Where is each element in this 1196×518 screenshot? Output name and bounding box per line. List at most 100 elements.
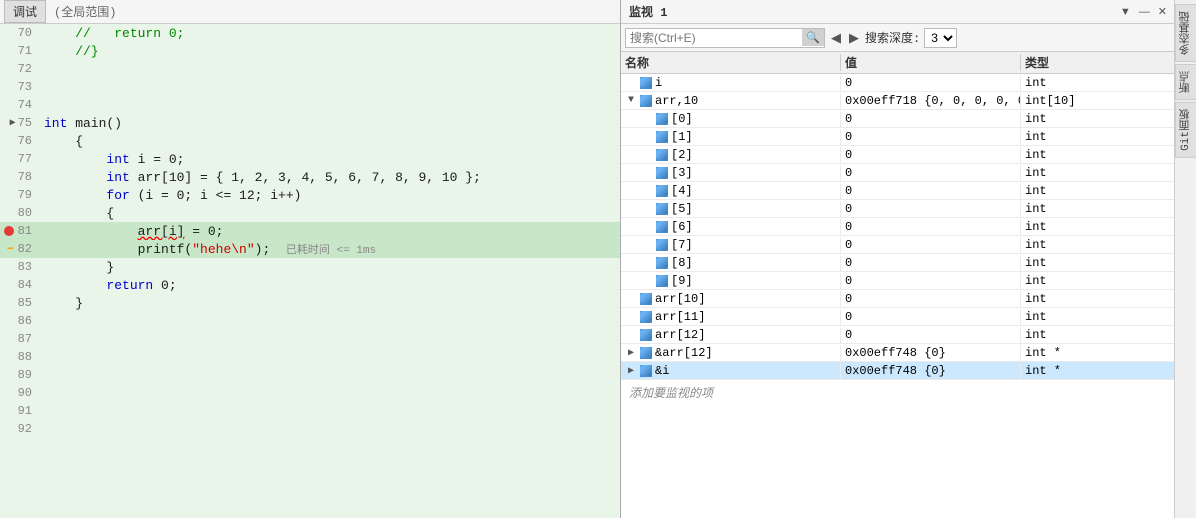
watch-row[interactable]: [4]0int	[621, 182, 1174, 200]
watch-row[interactable]: arr[10]0int	[621, 290, 1174, 308]
search-icon-btn[interactable]: 🔍	[802, 29, 824, 46]
watch-cell-name: [3]	[621, 165, 841, 181]
line-code: // return 0;	[40, 26, 184, 41]
code-line: ➡82 printf("hehe\n"); 已耗时间 <= 1ms	[0, 240, 620, 258]
line-number: 73	[18, 80, 32, 94]
watch-add-hint[interactable]: 添加要监视的项	[621, 380, 1174, 405]
variable-name: arr[10]	[655, 292, 705, 306]
watch-row[interactable]: ▶ &i0x00eff748 {0}int *	[621, 362, 1174, 380]
watch-cell-value: 0	[841, 147, 1021, 163]
code-line: 80 {	[0, 204, 620, 222]
watch-row[interactable]: arr[12]0int	[621, 326, 1174, 344]
right-sidebar: 多态基础 断点 Git面板	[1174, 0, 1196, 518]
watch-row[interactable]: [9]0int	[621, 272, 1174, 290]
code-line: 76 {	[0, 132, 620, 150]
variable-icon	[640, 365, 652, 377]
watch-cell-value: 0	[841, 327, 1021, 343]
watch-cell-name: [6]	[621, 219, 841, 235]
watch-cell-value: 0	[841, 129, 1021, 145]
variable-icon	[656, 203, 668, 215]
line-number: 92	[18, 422, 32, 436]
watch-panel: 监视 1 ▼ — ✕ 🔍 ◀ ▶ 搜索深度: 3 1 2 4 5 名称 值 类型…	[620, 0, 1174, 518]
watch-row[interactable]: ▼ arr,100x00eff718 {0, 0, 0, 0, 0, 0, 0,…	[621, 92, 1174, 110]
line-number: 82	[18, 242, 32, 256]
variable-icon	[656, 257, 668, 269]
code-line: 92	[0, 420, 620, 438]
debug-tab[interactable]: 调试	[4, 0, 46, 23]
variable-name: &arr[12]	[655, 346, 713, 360]
line-number: 86	[18, 314, 32, 328]
search-back-btn[interactable]: ◀	[829, 30, 843, 46]
watch-cell-type: int	[1021, 111, 1174, 127]
search-forward-btn[interactable]: ▶	[847, 30, 861, 46]
variable-icon	[640, 293, 652, 305]
watch-row[interactable]: arr[11]0int	[621, 308, 1174, 326]
watch-row[interactable]: [7]0int	[621, 236, 1174, 254]
line-gutter: 80	[0, 206, 40, 220]
depth-select[interactable]: 3 1 2 4 5	[924, 28, 957, 48]
watch-row[interactable]: [1]0int	[621, 128, 1174, 146]
sidebar-tab-git[interactable]: Git面板	[1175, 102, 1196, 158]
watch-row[interactable]: i0int	[621, 74, 1174, 92]
expand-arrow-icon[interactable]: ▶	[625, 347, 637, 359]
watch-cell-type: int	[1021, 129, 1174, 145]
watch-cell-type: int	[1021, 255, 1174, 271]
expand-arrow-icon[interactable]: ▶	[625, 365, 637, 377]
line-gutter: 77	[0, 152, 40, 166]
watch-row[interactable]: [2]0int	[621, 146, 1174, 164]
variable-icon	[656, 113, 668, 125]
watch-cell-type: int	[1021, 273, 1174, 289]
search-input[interactable]	[626, 31, 802, 45]
watch-row[interactable]: ▶ &arr[12]0x00eff748 {0}int *	[621, 344, 1174, 362]
watch-cell-type: int	[1021, 165, 1174, 181]
sidebar-tab-polymorphism[interactable]: 多态基础	[1175, 4, 1196, 62]
line-number: 70	[18, 26, 32, 40]
variable-name: arr[11]	[655, 310, 705, 324]
watch-cell-name: ▶ &arr[12]	[621, 345, 841, 361]
code-line: 72	[0, 60, 620, 78]
watch-cell-type: int	[1021, 201, 1174, 217]
scope-label: (全局范围)	[54, 3, 116, 20]
line-number: 74	[18, 98, 32, 112]
variable-icon	[656, 149, 668, 161]
line-number: 89	[18, 368, 32, 382]
col-value: 值	[841, 54, 1021, 71]
watch-cell-type: int *	[1021, 363, 1174, 379]
line-code: }	[40, 260, 114, 275]
line-number: 72	[18, 62, 32, 76]
variable-icon	[656, 167, 668, 179]
line-gutter: 85	[0, 296, 40, 310]
watch-cell-type: int	[1021, 327, 1174, 343]
watch-cell-value: 0	[841, 291, 1021, 307]
line-number: 78	[18, 170, 32, 184]
line-gutter: ▶75	[0, 116, 40, 130]
watch-cell-type: int[10]	[1021, 93, 1174, 109]
watch-row[interactable]: [6]0int	[621, 218, 1174, 236]
line-code: int main()	[40, 116, 122, 131]
watch-cell-name: [4]	[621, 183, 841, 199]
line-gutter: 87	[0, 332, 40, 346]
watch-row[interactable]: [3]0int	[621, 164, 1174, 182]
search-input-wrap[interactable]: 🔍	[625, 28, 825, 48]
line-code: int i = 0;	[40, 152, 184, 167]
watch-minimize-btn[interactable]: —	[1136, 6, 1153, 18]
watch-row[interactable]: [8]0int	[621, 254, 1174, 272]
watch-row[interactable]: [5]0int	[621, 200, 1174, 218]
watch-cell-name: arr[12]	[621, 327, 841, 343]
sidebar-tab-breakpoints[interactable]: 断点	[1175, 64, 1196, 100]
code-line: 90	[0, 384, 620, 402]
line-number: 88	[18, 350, 32, 364]
line-code: {	[40, 206, 114, 221]
watch-controls: ▼ — ✕	[1117, 5, 1170, 18]
watch-cell-type: int	[1021, 237, 1174, 253]
watch-cell-name: ▶ &i	[621, 363, 841, 379]
watch-row[interactable]: [0]0int	[621, 110, 1174, 128]
watch-cell-name: arr[10]	[621, 291, 841, 307]
variable-icon	[656, 221, 668, 233]
expand-arrow-icon[interactable]: ▼	[625, 95, 637, 106]
watch-cell-value: 0	[841, 273, 1021, 289]
line-gutter: 92	[0, 422, 40, 436]
watch-close-btn[interactable]: ✕	[1155, 5, 1170, 18]
watch-dropdown-btn[interactable]: ▼	[1117, 6, 1134, 18]
code-line: 85 }	[0, 294, 620, 312]
